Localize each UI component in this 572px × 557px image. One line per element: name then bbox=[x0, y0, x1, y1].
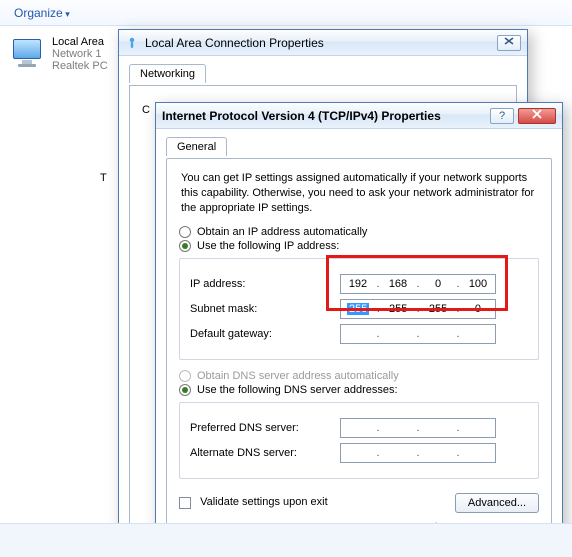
adapter-name: Local Area bbox=[52, 36, 108, 48]
validate-settings-row[interactable]: Validate settings upon exit bbox=[179, 496, 328, 508]
ipv4-description: You can get IP settings assigned automat… bbox=[179, 169, 539, 224]
network-adapter-icon bbox=[8, 36, 46, 70]
adapter-network: Network 1 bbox=[52, 48, 108, 60]
validate-settings-checkbox[interactable] bbox=[179, 497, 191, 509]
ipv4-tab-general[interactable]: General bbox=[166, 137, 227, 156]
radio-use-ip-label: Use the following IP address: bbox=[197, 240, 339, 252]
network-adapter-labels: Local Area Network 1 Realtek PC bbox=[52, 36, 108, 72]
radio-obtain-dns bbox=[179, 370, 191, 382]
network-connection-item[interactable]: Local Area Network 1 Realtek PC bbox=[8, 36, 108, 72]
input-subnet-mask[interactable]: 255. 255. 255. 0 bbox=[340, 299, 496, 319]
ipv4-tab-panel: You can get IP settings assigned automat… bbox=[166, 158, 552, 526]
dns-group: Preferred DNS server: . . . Alternate DN… bbox=[179, 402, 539, 479]
explorer-body: Local Area Network 1 Realtek PC Local Ar… bbox=[0, 26, 572, 557]
label-subnet-mask: Subnet mask: bbox=[190, 303, 340, 315]
ip-address-group: IP address: 192. 168. 0. 100 Subnet mask… bbox=[179, 258, 539, 360]
label-alternate-dns: Alternate DNS server: bbox=[190, 447, 340, 459]
lac-close-button[interactable] bbox=[497, 35, 521, 51]
label-preferred-dns: Preferred DNS server: bbox=[190, 422, 340, 434]
explorer-toolbar: Organize bbox=[0, 0, 572, 26]
organize-menu-button[interactable]: Organize bbox=[8, 4, 76, 22]
ipv4-help-button[interactable]: ? bbox=[490, 108, 514, 124]
input-ip-address[interactable]: 192. 168. 0. 100 bbox=[340, 274, 496, 294]
input-alternate-dns[interactable]: . . . bbox=[340, 443, 496, 463]
radio-use-dns-label: Use the following DNS server addresses: bbox=[197, 384, 398, 396]
lac-title-icon bbox=[125, 36, 139, 50]
lac-tab-networking[interactable]: Networking bbox=[129, 64, 206, 83]
label-default-gateway: Default gateway: bbox=[190, 328, 340, 340]
radio-obtain-ip[interactable] bbox=[179, 226, 191, 238]
radio-use-ip[interactable] bbox=[179, 240, 191, 252]
lac-title: Local Area Connection Properties bbox=[145, 36, 493, 50]
radio-use-dns[interactable] bbox=[179, 384, 191, 396]
explorer-statusbar bbox=[0, 523, 572, 557]
label-ip-address: IP address: bbox=[190, 278, 340, 290]
ipv4-properties-dialog: Internet Protocol Version 4 (TCP/IPv4) P… bbox=[155, 102, 563, 557]
advanced-button[interactable]: Advanced... bbox=[455, 493, 539, 513]
validate-settings-label: Validate settings upon exit bbox=[200, 496, 328, 508]
input-default-gateway[interactable]: . . . bbox=[340, 324, 496, 344]
ipv4-titlebar[interactable]: Internet Protocol Version 4 (TCP/IPv4) P… bbox=[156, 103, 562, 129]
truncated-letter: T bbox=[100, 172, 107, 184]
lac-titlebar[interactable]: Local Area Connection Properties bbox=[119, 30, 527, 56]
input-preferred-dns[interactable]: . . . bbox=[340, 418, 496, 438]
ipv4-close-button[interactable] bbox=[518, 108, 556, 124]
radio-obtain-ip-label: Obtain an IP address automatically bbox=[197, 226, 367, 238]
adapter-device: Realtek PC bbox=[52, 60, 108, 72]
radio-obtain-dns-label: Obtain DNS server address automatically bbox=[197, 370, 399, 382]
ipv4-title: Internet Protocol Version 4 (TCP/IPv4) P… bbox=[162, 109, 486, 123]
